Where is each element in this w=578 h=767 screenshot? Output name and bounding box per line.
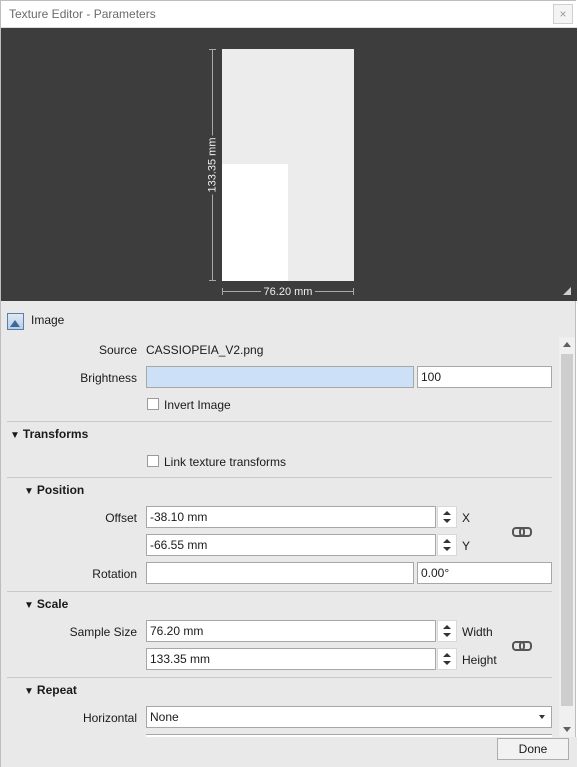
offset-x-stepper[interactable] — [437, 506, 457, 528]
parameters-panel: Source CASSIOPEIA_V2.png Brightness 100 … — [7, 337, 558, 737]
width-dimension-label: 76.20 mm — [222, 284, 354, 298]
image-icon — [7, 313, 24, 330]
offset-y-stepper[interactable] — [437, 534, 457, 556]
link-texture-transforms-checkbox[interactable] — [147, 455, 159, 467]
divider — [7, 421, 552, 422]
horizontal-repeat-row: Horizontal None — [7, 706, 558, 730]
sample-height-stepper[interactable] — [437, 648, 457, 670]
repeat-title-text: Repeat — [36, 683, 77, 697]
horizontal-label: Horizontal — [82, 711, 137, 725]
scroll-down-icon[interactable] — [563, 727, 571, 732]
rotation-row: Rotation 0.00° — [7, 562, 558, 586]
brightness-slider[interactable] — [146, 366, 414, 388]
scroll-up-icon[interactable] — [563, 342, 571, 347]
divider — [7, 477, 552, 478]
invert-image-label: Invert Image — [164, 398, 231, 412]
dialog-footer: Done — [1, 737, 577, 767]
position-header[interactable]: ▼ Position — [7, 482, 558, 502]
horizontal-repeat-select[interactable]: None — [146, 706, 552, 728]
vertical-scrollbar[interactable] — [559, 337, 575, 737]
position-title[interactable]: ▼ Position — [24, 483, 84, 497]
title-bar: Texture Editor - Parameters × — [1, 1, 577, 28]
width-dimension-text: 76.20 mm — [260, 286, 316, 298]
offset-x-input[interactable]: -38.10 mm — [146, 506, 436, 528]
transforms-header[interactable]: ▼ Transforms — [7, 426, 558, 446]
repeat-header[interactable]: ▼ Repeat — [7, 682, 558, 702]
texture-preview: 133.35 mm 76.20 mm — [1, 28, 577, 301]
link-transforms-row: Link texture transforms — [7, 452, 558, 472]
rotation-slider[interactable] — [146, 562, 414, 584]
divider — [7, 591, 552, 592]
collapse-triangle-icon: ▼ — [10, 430, 20, 441]
height-dimension-tick-bottom — [209, 280, 216, 281]
collapse-triangle-icon: ▼ — [24, 486, 34, 497]
position-title-text: Position — [36, 483, 85, 497]
invert-image-checkbox[interactable] — [147, 398, 159, 410]
offset-y-row: -66.55 mm Y — [7, 534, 558, 558]
offset-x-row: Offset -38.10 mm X — [7, 506, 558, 530]
offset-y-axis-label: Y — [462, 539, 471, 553]
chevron-down-icon — [539, 715, 545, 719]
window-title: Texture Editor - Parameters — [9, 7, 156, 21]
repeat-title[interactable]: ▼ Repeat — [24, 683, 77, 697]
scale-header[interactable]: ▼ Scale — [7, 596, 558, 616]
rotation-input[interactable]: 0.00° — [417, 562, 552, 584]
offset-y-input[interactable]: -66.55 mm — [146, 534, 436, 556]
brightness-label: Brightness — [80, 371, 137, 385]
transforms-title[interactable]: ▼ Transforms — [10, 427, 88, 441]
horizontal-repeat-value: None — [150, 710, 179, 724]
offset-label: Offset — [105, 511, 137, 525]
scale-title-text: Scale — [36, 597, 69, 611]
sample-width-label: Width — [462, 625, 493, 639]
link-texture-transforms-label: Link texture transforms — [164, 455, 287, 469]
sample-width-stepper[interactable] — [437, 620, 457, 642]
brightness-input[interactable]: 100 — [417, 366, 552, 388]
image-section-label: Image — [31, 313, 65, 327]
image-section-header: Image — [1, 304, 577, 336]
transforms-title-text: Transforms — [22, 427, 89, 441]
source-value: CASSIOPEIA_V2.png — [146, 343, 264, 357]
sample-width-input[interactable]: 76.20 mm — [146, 620, 436, 642]
done-button[interactable]: Done — [497, 738, 569, 760]
source-label: Source — [98, 343, 137, 357]
rotation-label: Rotation — [92, 567, 137, 581]
close-button[interactable]: × — [553, 4, 573, 24]
invert-row: Invert Image — [7, 395, 558, 415]
resize-grip-icon[interactable] — [563, 287, 571, 295]
scale-title[interactable]: ▼ Scale — [24, 597, 68, 611]
sample-height-input[interactable]: 133.35 mm — [146, 648, 436, 670]
sample-height-row: 133.35 mm Height — [7, 648, 558, 672]
divider — [7, 677, 552, 678]
source-row: Source CASSIOPEIA_V2.png — [7, 337, 558, 363]
offset-x-axis-label: X — [462, 511, 471, 525]
sample-height-label: Height — [462, 653, 497, 667]
texture-editor-window: Texture Editor - Parameters × 133.35 mm … — [0, 0, 577, 767]
height-dimension-text: 133.35 mm — [207, 135, 219, 195]
brightness-row: Brightness 100 — [7, 366, 558, 390]
collapse-triangle-icon: ▼ — [24, 686, 34, 697]
sample-size-label: Sample Size — [69, 625, 137, 639]
scrollbar-thumb[interactable] — [561, 354, 573, 706]
height-dimension-label: 133.35 mm — [194, 120, 232, 210]
height-dimension-tick-top — [209, 49, 216, 50]
collapse-triangle-icon: ▼ — [24, 600, 34, 611]
sample-width-row: Sample Size 76.20 mm Width — [7, 620, 558, 644]
